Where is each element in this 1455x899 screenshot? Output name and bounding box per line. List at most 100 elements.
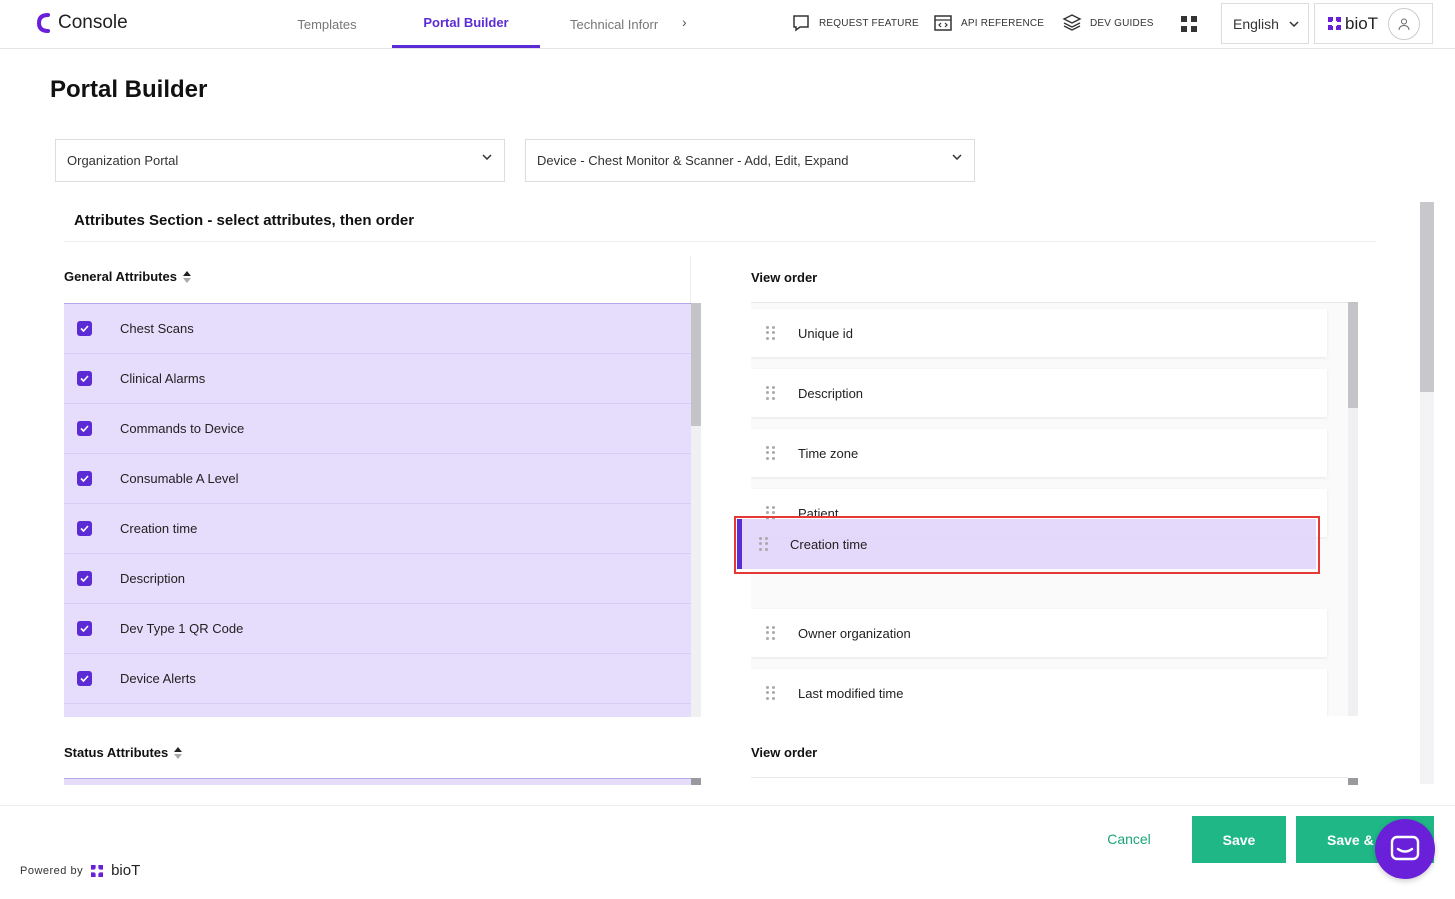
list-item[interactable]: Dev Type 1 QR Code	[64, 604, 691, 654]
user-menu[interactable]: bioT	[1314, 3, 1433, 44]
view-order-item-label: Last modified time	[798, 685, 904, 701]
check-icon	[80, 375, 89, 382]
chat-launcher[interactable]	[1375, 819, 1435, 879]
biot-logo-icon	[1328, 17, 1341, 30]
drag-handle-icon[interactable]	[766, 446, 776, 460]
status-attributes-header[interactable]: Status Attributes	[64, 745, 183, 760]
general-attributes-header[interactable]: General Attributes	[64, 269, 191, 284]
general-attributes-list: Chest Scans Clinical Alarms Commands to …	[64, 303, 691, 717]
user-icon	[1398, 18, 1410, 31]
checkbox-checked[interactable]	[77, 371, 92, 386]
apps-grid-icon[interactable]	[1181, 16, 1197, 32]
cancel-button[interactable]: Cancel	[1093, 826, 1165, 852]
powered-by: Powered by bioT	[20, 862, 140, 879]
view-select[interactable]: Device - Chest Monitor & Scanner - Add, …	[525, 139, 975, 182]
powered-by-brand: bioT	[111, 862, 141, 879]
chevron-down-icon	[952, 154, 962, 160]
checkbox-checked[interactable]	[77, 671, 92, 686]
portal-select-value: Organization Portal	[67, 153, 179, 168]
view-order-item[interactable]: Time zone	[751, 429, 1327, 477]
dragging-item-label: Creation time	[790, 536, 868, 552]
checkbox-checked[interactable]	[77, 471, 92, 486]
attribute-label: Clinical Alarms	[120, 371, 206, 386]
user-brand-label: bioT	[1345, 13, 1379, 33]
attribute-label: Dev Type 1 QR Code	[120, 621, 244, 636]
dragging-item[interactable]: Creation time	[737, 519, 1316, 569]
page-scrollbar[interactable]	[1420, 202, 1434, 784]
view-order-item[interactable]: Owner organization	[751, 609, 1327, 657]
top-navigation-bar: Console Templates Portal Builder Technic…	[0, 0, 1455, 49]
check-icon	[80, 575, 89, 582]
list-item[interactable]: Device Alerts	[64, 654, 691, 704]
api-reference-link[interactable]: API REFERENCE	[933, 13, 1044, 33]
layers-icon	[1062, 14, 1082, 31]
view-order-scrollbar-thumb[interactable]	[1348, 302, 1358, 408]
view-order-item-label: Description	[798, 385, 864, 401]
powered-by-label: Powered by	[20, 864, 84, 877]
checkbox-checked[interactable]	[77, 421, 92, 436]
request-feature-link[interactable]: REQUEST FEATURE	[791, 13, 919, 33]
sort-icon[interactable]	[182, 270, 191, 283]
drag-handle-icon[interactable]	[766, 686, 776, 700]
list-item[interactable]: Chest Scans	[64, 304, 691, 354]
view-order-item[interactable]: Unique id	[751, 309, 1327, 357]
view-order-item[interactable]: Description	[751, 369, 1327, 417]
checkbox-checked[interactable]	[77, 621, 92, 636]
attributes-section-title: Attributes Section - select attributes, …	[74, 212, 415, 229]
tab-portal-builder[interactable]: Portal Builder	[392, 0, 540, 48]
chat-icon	[1390, 835, 1420, 861]
console-brand[interactable]: Console	[36, 12, 128, 34]
sort-icon[interactable]	[174, 746, 183, 759]
attribute-label: Device Alerts	[120, 671, 196, 686]
general-list-scrollbar[interactable]	[691, 303, 701, 717]
page-scrollbar-thumb[interactable]	[1420, 202, 1434, 392]
dev-guides-link[interactable]: DEV GUIDES	[1062, 13, 1154, 33]
status-list-scrollbar[interactable]	[691, 778, 701, 785]
check-icon	[80, 525, 89, 532]
view-select-value: Device - Chest Monitor & Scanner - Add, …	[537, 153, 849, 168]
chevron-down-icon	[482, 154, 492, 160]
attribute-label: Consumable A Level	[120, 471, 239, 486]
status-view-order-scrollbar[interactable]	[1348, 778, 1358, 785]
list-item[interactable]: Clinical Alarms	[64, 354, 691, 404]
list-item[interactable]: Creation time	[64, 504, 691, 554]
list-item[interactable]: Description	[64, 554, 691, 604]
check-icon	[80, 625, 89, 632]
app-name: Console	[58, 12, 128, 33]
check-icon	[80, 675, 89, 682]
general-list-scrollbar-thumb[interactable]	[691, 303, 701, 426]
api-reference-label: API REFERENCE	[961, 17, 1045, 29]
attribute-label: Description	[120, 571, 186, 586]
list-item[interactable]: Consumable A Level	[64, 454, 691, 504]
view-order-scrollbar[interactable]	[1348, 302, 1358, 716]
tab-templates[interactable]: Templates	[292, 0, 362, 48]
view-order-label: View order	[751, 270, 818, 285]
portal-select[interactable]: Organization Portal	[55, 139, 505, 182]
check-icon	[80, 425, 89, 432]
list-item[interactable]: Commands to Device	[64, 404, 691, 454]
tabs-scroll-right-icon[interactable]: ›	[682, 14, 687, 30]
drag-handle-icon[interactable]	[759, 537, 769, 551]
drag-handle-icon[interactable]	[766, 626, 776, 640]
drag-handle-icon[interactable]	[766, 326, 776, 340]
view-order-item-label: Unique id	[798, 325, 853, 341]
check-icon	[80, 325, 89, 332]
view-order-item-label: Owner organization	[798, 625, 911, 641]
view-order-header: View order	[751, 270, 817, 285]
checkbox-checked[interactable]	[77, 321, 92, 336]
attribute-label: Creation time	[120, 521, 198, 536]
save-button[interactable]: Save	[1192, 816, 1286, 863]
tab-technical-information[interactable]: Technical Inforr	[570, 0, 670, 48]
attribute-label: Commands to Device	[120, 421, 245, 436]
checkbox-checked[interactable]	[77, 521, 92, 536]
status-view-order-header: View order	[751, 745, 817, 760]
language-select[interactable]: English	[1221, 3, 1309, 44]
checkbox-checked[interactable]	[77, 571, 92, 586]
drag-handle-icon[interactable]	[766, 386, 776, 400]
status-attributes-label: Status Attributes	[64, 745, 169, 760]
general-attributes-label: General Attributes	[64, 269, 177, 284]
attribute-label: Chest Scans	[120, 321, 194, 336]
view-order-item[interactable]: Last modified time	[751, 669, 1327, 716]
avatar[interactable]	[1388, 8, 1420, 40]
view-order-item-label: Time zone	[798, 445, 859, 461]
